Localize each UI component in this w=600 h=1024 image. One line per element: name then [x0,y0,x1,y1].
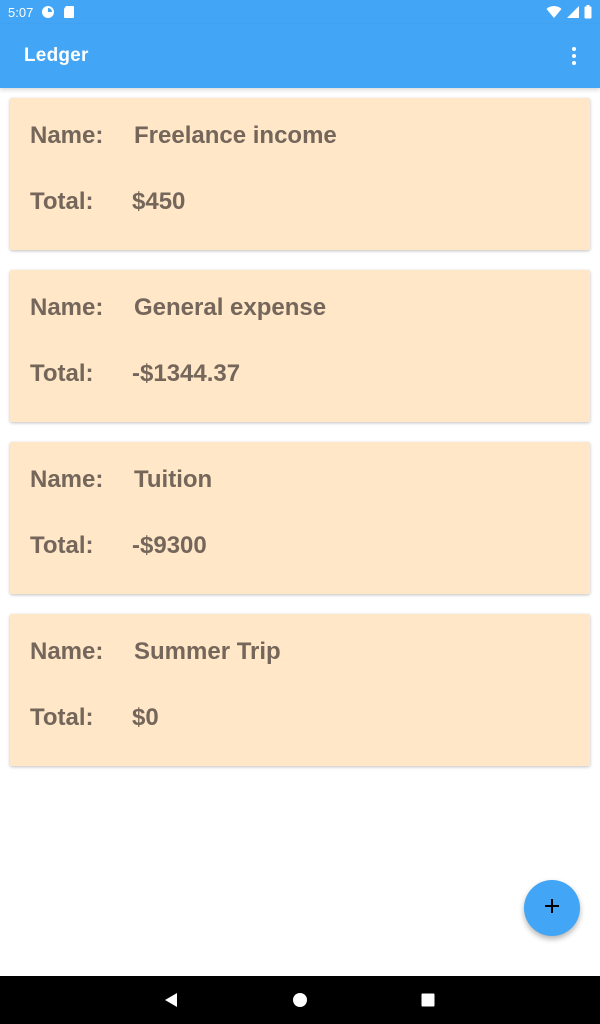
ledger-card[interactable]: Name: Freelance income Total: $450 [10,98,590,250]
ledger-total: $0 [132,704,159,731]
status-time: 5:07 [8,4,34,20]
ledger-name-row: Name: General expense [30,294,326,322]
ledger-total-row: Total: $450 [30,188,185,216]
ledger-total: $450 [132,188,186,215]
ledger-total: -$9300 [132,532,207,559]
ledger-name-row: Name: Freelance income [30,122,337,150]
name-label: Name: [30,122,104,149]
total-label: Total: [30,360,94,387]
ledger-name: Summer Trip [134,638,281,665]
ledger-card[interactable]: Name: General expense Total: -$1344.37 [10,270,590,422]
app-title: Ledger [24,45,89,66]
ledger-name-row: Name: Summer Trip [30,638,281,666]
home-icon[interactable] [288,988,312,1012]
ledger-name: General expense [134,294,327,321]
sd-card-icon [63,5,75,19]
total-label: Total: [30,704,94,731]
wifi-icon [546,5,562,19]
ledger-name: Tuition [134,466,213,493]
ledger-total: -$1344.37 [132,360,241,387]
total-label: Total: [30,188,94,215]
more-vert-icon[interactable] [562,44,586,68]
ledger-card[interactable]: Name: Tuition Total: -$9300 [10,442,590,594]
ledger-name: Freelance income [134,122,337,149]
ledger-total-row: Total: -$1344.37 [30,360,240,388]
recents-icon[interactable] [416,988,440,1012]
back-icon[interactable] [159,988,183,1012]
ledger-list: Name: Freelance income Total: $450 Name:… [10,98,590,786]
ledger-card[interactable]: Name: Summer Trip Total: $0 [10,614,590,766]
screen: 5:07 Ledger Name: Freelance income Total… [0,0,600,1024]
navigation-bar [0,976,600,1024]
name-label: Name: [30,294,104,321]
add-icon [543,897,561,920]
add-ledger-button[interactable] [524,880,580,936]
name-label: Name: [30,466,104,493]
app-bar: Ledger [0,24,600,88]
ledger-name-row: Name: Tuition [30,466,212,494]
name-label: Name: [30,638,104,665]
battery-icon [584,5,592,19]
data-saver-icon [41,5,55,19]
signal-icon [566,5,580,19]
status-bar: 5:07 [0,0,600,24]
total-label: Total: [30,532,94,559]
ledger-total-row: Total: $0 [30,704,159,732]
ledger-total-row: Total: -$9300 [30,532,207,560]
